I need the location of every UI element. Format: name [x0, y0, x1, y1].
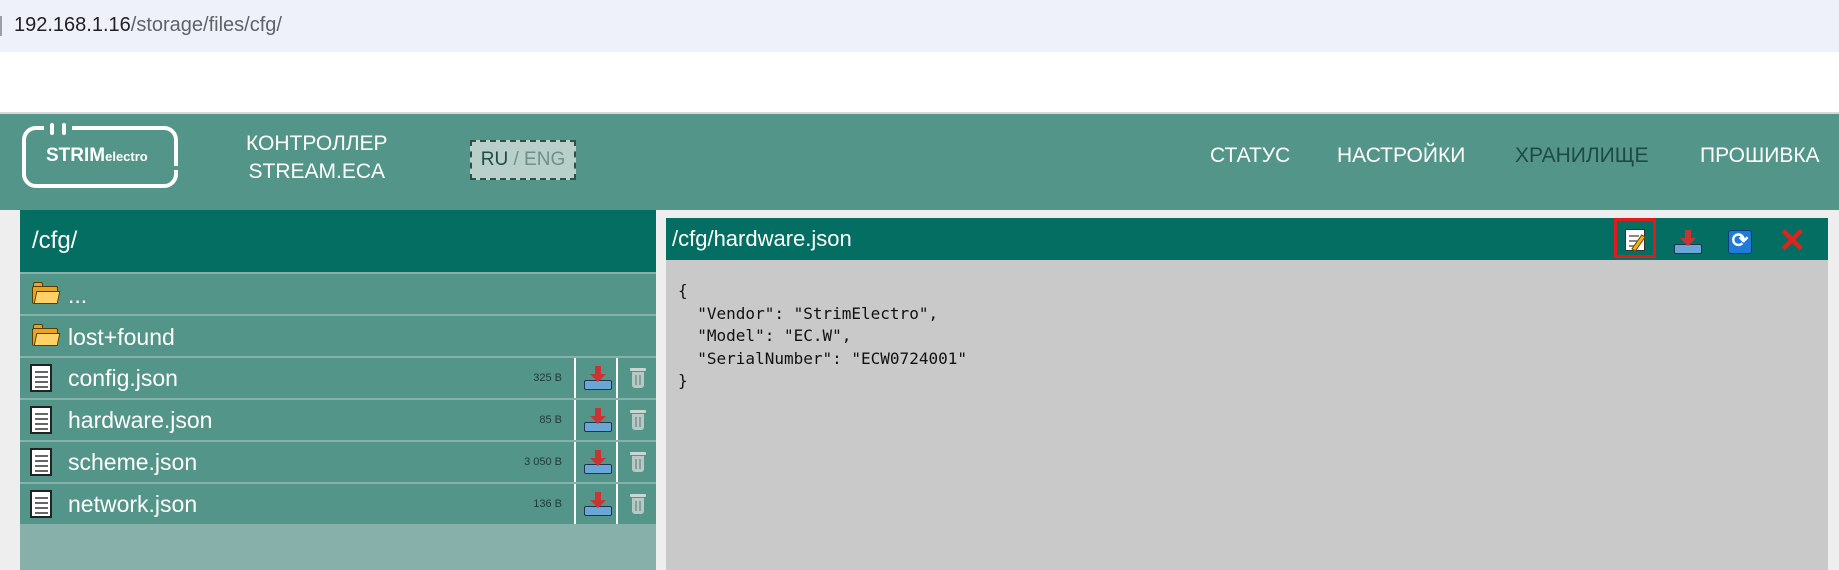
download-button[interactable]: [574, 358, 616, 398]
edit-icon: [1625, 229, 1646, 252]
file-name: hardware.json: [68, 407, 213, 433]
nav-settings[interactable]: НАСТРОЙКИ: [1337, 144, 1465, 168]
nav-status[interactable]: СТАТУС: [1210, 144, 1290, 168]
download-icon: [1674, 230, 1702, 254]
file-name: scheme.json: [68, 449, 198, 475]
viewer-header: /cfg/hardware.json ⟳ ✕: [666, 218, 1828, 260]
download-button[interactable]: [574, 400, 616, 440]
file-icon: [30, 448, 52, 476]
download-icon: [584, 408, 612, 432]
main-area: /cfg/ ... lost+found config.json 325 B h…: [0, 210, 1839, 570]
trash-icon: [630, 410, 646, 430]
close-icon: ✕: [1778, 222, 1807, 260]
nav-storage[interactable]: ХРАНИЛИЩЕ: [1515, 144, 1648, 168]
delete-button[interactable]: [616, 442, 656, 482]
close-viewer-button[interactable]: ✕: [1772, 222, 1814, 262]
trash-icon: [630, 368, 646, 388]
file-row-hardware[interactable]: hardware.json 85 B: [20, 400, 656, 440]
logo-electro: electro: [105, 149, 148, 164]
file-content[interactable]: { "Vendor": "StrimElectro", "Model": "EC…: [678, 280, 967, 393]
delete-button[interactable]: [616, 484, 656, 524]
dir-name: lost+found: [68, 324, 175, 350]
logo-strim: STRIM: [46, 145, 106, 166]
device-title: КОНТРОЛЛЕР STREAM.ECA: [246, 130, 388, 186]
download-icon: [584, 450, 612, 474]
lang-ru[interactable]: RU: [481, 149, 508, 170]
file-browser: /cfg/ ... lost+found config.json 325 B h…: [20, 210, 656, 570]
app-header: STRIMelectro КОНТРОЛЛЕР STREAM.ECA RU / …: [0, 112, 1839, 210]
delete-button[interactable]: [616, 358, 656, 398]
file-name: config.json: [68, 365, 178, 391]
dir-name: ...: [68, 282, 88, 308]
nav-firmware[interactable]: ПРОШИВКА: [1700, 144, 1820, 168]
language-switch[interactable]: RU / ENG: [470, 140, 576, 180]
logo-text: STRIMelectro: [46, 145, 148, 167]
viewer-file-path: /cfg/hardware.json: [672, 226, 852, 251]
download-button[interactable]: [574, 484, 616, 524]
download-icon: [584, 492, 612, 516]
file-row-scheme[interactable]: scheme.json 3 050 B: [20, 442, 656, 482]
edit-button[interactable]: [1614, 218, 1656, 258]
dir-row-lost-found[interactable]: lost+found: [20, 316, 656, 356]
trash-icon: [630, 452, 646, 472]
site-info-icon[interactable]: [0, 16, 2, 36]
folder-icon: [32, 324, 61, 346]
delete-button[interactable]: [616, 400, 656, 440]
url-path: /storage/files/cfg/: [130, 14, 282, 36]
dir-row-parent[interactable]: ...: [20, 274, 656, 314]
file-row-network[interactable]: network.json 136 B: [20, 484, 656, 524]
file-row-config[interactable]: config.json 325 B: [20, 358, 656, 398]
file-icon: [30, 490, 52, 518]
file-size: 3 050 B: [524, 456, 562, 468]
download-icon: [584, 366, 612, 390]
viewer-download-button[interactable]: [1666, 222, 1708, 262]
lang-eng[interactable]: ENG: [524, 149, 565, 170]
file-viewer: /cfg/hardware.json ⟳ ✕ { "Vendor": "Stri…: [666, 218, 1828, 570]
device-title-line2: STREAM.ECA: [248, 160, 386, 183]
device-title-line1: КОНТРОЛЛЕР: [246, 132, 388, 155]
plug-icon: [44, 123, 72, 135]
file-size: 85 B: [539, 414, 562, 426]
url-host: 192.168.1.16: [14, 14, 131, 36]
file-size: 136 B: [533, 498, 562, 510]
trash-icon: [630, 494, 646, 514]
refresh-icon: ⟳: [1728, 230, 1752, 254]
address-bar[interactable]: 192.168.1.16/storage/files/cfg/: [0, 0, 1839, 52]
current-directory: /cfg/: [20, 210, 656, 272]
download-button[interactable]: [574, 442, 616, 482]
strim-electro-logo[interactable]: STRIMelectro: [22, 123, 178, 188]
refresh-button[interactable]: ⟳: [1720, 222, 1762, 262]
file-name: network.json: [68, 491, 198, 517]
file-size: 325 B: [533, 372, 562, 384]
folder-icon: [32, 282, 61, 304]
file-icon: [30, 364, 52, 392]
url-text[interactable]: 192.168.1.16/storage/files/cfg/: [14, 14, 282, 37]
file-icon: [30, 406, 52, 434]
lang-separator: /: [508, 149, 525, 170]
